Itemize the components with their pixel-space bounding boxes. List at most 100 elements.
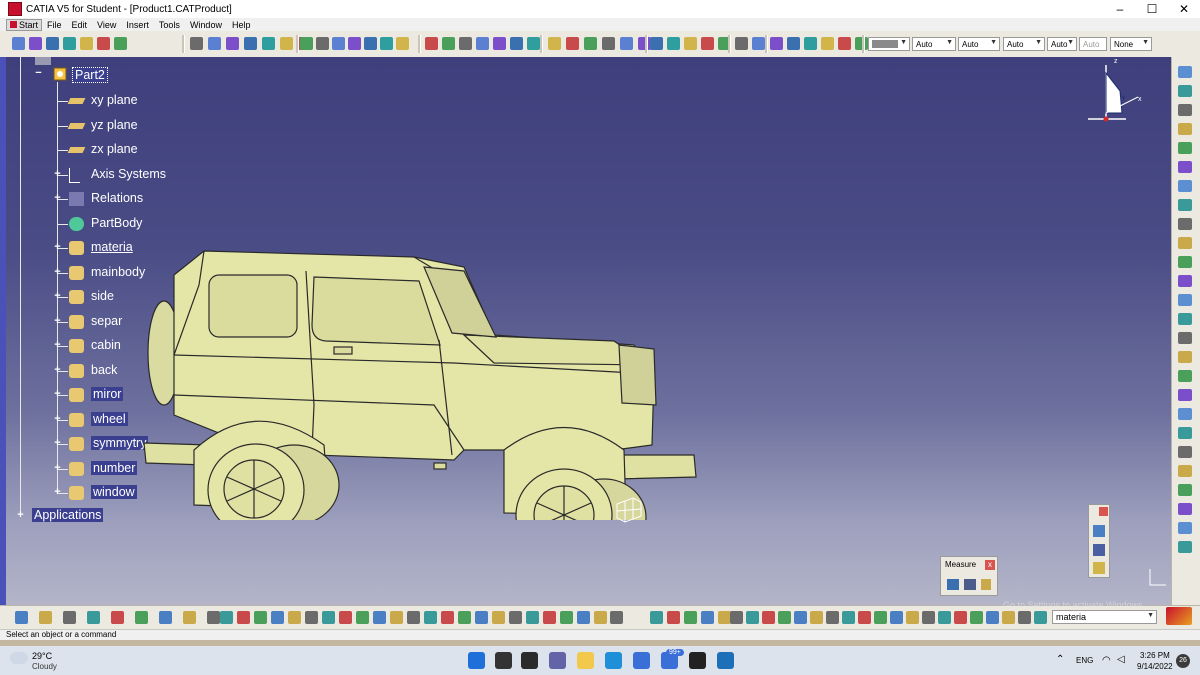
side-tool-icon[interactable] (1178, 237, 1192, 249)
close-button[interactable]: ✕ (1168, 0, 1200, 18)
toolbar-tool-icon[interactable] (548, 37, 561, 50)
toolbar-tool-icon[interactable] (316, 37, 329, 50)
tree-node-wheel[interactable]: wheel (91, 411, 128, 426)
bottom-tool-icon[interactable] (1002, 611, 1015, 624)
side-tool-icon[interactable] (1178, 85, 1192, 97)
bottom-tool-icon[interactable] (970, 611, 983, 624)
bottom-tool-icon[interactable] (746, 611, 759, 624)
bottom-tool-icon[interactable] (874, 611, 887, 624)
bottom-tool-icon[interactable] (305, 611, 318, 624)
toolbar-tool-icon[interactable] (190, 37, 203, 50)
toolbar-tool-icon[interactable] (787, 37, 800, 50)
side-tool-icon[interactable] (1178, 218, 1192, 230)
bottom-tool-icon[interactable] (986, 611, 999, 624)
bottom-tool-icon[interactable] (407, 611, 420, 624)
tree-node-window[interactable]: window (91, 485, 137, 499)
toolbar-tool-icon[interactable] (280, 37, 293, 50)
side-tool-icon[interactable] (1178, 275, 1192, 287)
bottom-tool-icon[interactable] (594, 611, 607, 624)
expand-applications-icon[interactable]: + (16, 510, 25, 521)
app-icon[interactable] (689, 652, 706, 669)
bottom-tool-icon[interactable] (858, 611, 871, 624)
edge-icon[interactable] (605, 652, 622, 669)
point-combo[interactable]: Auto ▼ (1003, 37, 1045, 51)
side-tool-icon[interactable] (1178, 180, 1192, 192)
side-tool-icon[interactable] (1178, 389, 1192, 401)
search-icon[interactable] (495, 652, 512, 669)
side-tool-icon[interactable] (1178, 313, 1192, 325)
menu-insert[interactable]: Insert (121, 20, 154, 30)
bottom-tool-icon[interactable] (475, 611, 488, 624)
side-tool-icon[interactable] (1178, 541, 1192, 553)
toolbar-tool-icon[interactable] (701, 37, 714, 50)
command-input[interactable]: materia ▼ (1052, 610, 1157, 624)
bottom-tool-icon[interactable] (458, 611, 471, 624)
tree-node-number[interactable]: number (91, 460, 138, 475)
compass-widget[interactable]: z y x (1082, 55, 1142, 125)
catia-taskbar-icon[interactable] (717, 652, 734, 669)
bottom-tool-icon[interactable] (254, 611, 267, 624)
bottom-tool-icon[interactable] (390, 611, 403, 624)
side-tool-icon[interactable] (1178, 351, 1192, 363)
bottom-tool-icon[interactable] (701, 611, 714, 624)
tree-node-axis-systems[interactable]: Axis Systems (91, 167, 166, 181)
menu-window[interactable]: Window (185, 20, 227, 30)
side-tool-icon[interactable] (1178, 294, 1192, 306)
bottom-tool-icon[interactable] (577, 611, 590, 624)
tree-applications[interactable]: Applications (32, 508, 104, 522)
bottom-tool-icon[interactable] (237, 611, 250, 624)
toolbar-tool-icon[interactable] (226, 37, 239, 50)
bottom-tool-icon[interactable] (842, 611, 855, 624)
toolbar-tool-icon[interactable] (650, 37, 663, 50)
bottom-tool-icon[interactable] (667, 611, 680, 624)
palette-tool-1-icon[interactable] (1093, 525, 1105, 537)
palette-grid-icon[interactable] (1093, 544, 1105, 556)
bottom-tool-icon[interactable] (339, 611, 352, 624)
3d-viewport[interactable]: − Part2 xy plane yz plane zx plane + Axis Sy… (6, 57, 1171, 605)
bottom-tool-icon[interactable] (322, 611, 335, 624)
bottom-tool-icon[interactable] (220, 611, 233, 624)
menu-help[interactable]: Help (227, 20, 256, 30)
bottom-tool-icon[interactable] (810, 611, 823, 624)
toolbar-tool-icon[interactable] (735, 37, 748, 50)
tree-node-separ[interactable]: separ (91, 314, 122, 328)
bottom-tool-icon[interactable] (560, 611, 573, 624)
bottom-tool-icon[interactable] (373, 611, 386, 624)
bottom-tool-icon[interactable] (684, 611, 697, 624)
chat-icon[interactable] (549, 652, 566, 669)
toolbar-tool-icon[interactable] (821, 37, 834, 50)
maximize-button[interactable]: ☐ (1136, 0, 1168, 18)
toolbar-tool-icon[interactable] (348, 37, 361, 50)
bottom-tool-icon[interactable] (730, 611, 743, 624)
toolbar-tool-icon[interactable] (584, 37, 597, 50)
bottom-tool-icon[interactable] (610, 611, 623, 624)
bottom-tool-icon[interactable] (39, 611, 52, 624)
toolbar-tool-icon[interactable] (510, 37, 523, 50)
toolbar-tool-icon[interactable] (804, 37, 817, 50)
measure-item-icon[interactable] (964, 579, 976, 590)
bottom-tool-icon[interactable] (509, 611, 522, 624)
bottom-tool-icon[interactable] (954, 611, 967, 624)
bottom-tool-icon[interactable] (492, 611, 505, 624)
bottom-tool-icon[interactable] (543, 611, 556, 624)
bottom-tool-icon[interactable] (63, 611, 76, 624)
bottom-tool-icon[interactable] (778, 611, 791, 624)
side-tool-icon[interactable] (1178, 332, 1192, 344)
palette-close-button[interactable] (1099, 507, 1108, 516)
toolbar-tool-icon[interactable] (80, 37, 93, 50)
linetype-combo[interactable]: Auto ▼ (912, 37, 956, 51)
layer-combo[interactable]: Auto ▼ (1047, 37, 1077, 51)
toolbar-tool-icon[interactable] (620, 37, 633, 50)
toolbar-tool-icon[interactable] (380, 37, 393, 50)
bottom-tool-icon[interactable] (135, 611, 148, 624)
clock-time[interactable]: 3:26 PM (1140, 651, 1170, 660)
bottom-tool-icon[interactable] (938, 611, 951, 624)
bottom-tool-icon[interactable] (906, 611, 919, 624)
bottom-tool-icon[interactable] (1034, 611, 1047, 624)
side-tool-icon[interactable] (1178, 123, 1192, 135)
windows-start-icon[interactable] (468, 652, 485, 669)
toolbar-tool-icon[interactable] (838, 37, 851, 50)
toolbar-tool-icon[interactable] (527, 37, 540, 50)
bottom-tool-icon[interactable] (271, 611, 284, 624)
side-tool-icon[interactable] (1178, 484, 1192, 496)
